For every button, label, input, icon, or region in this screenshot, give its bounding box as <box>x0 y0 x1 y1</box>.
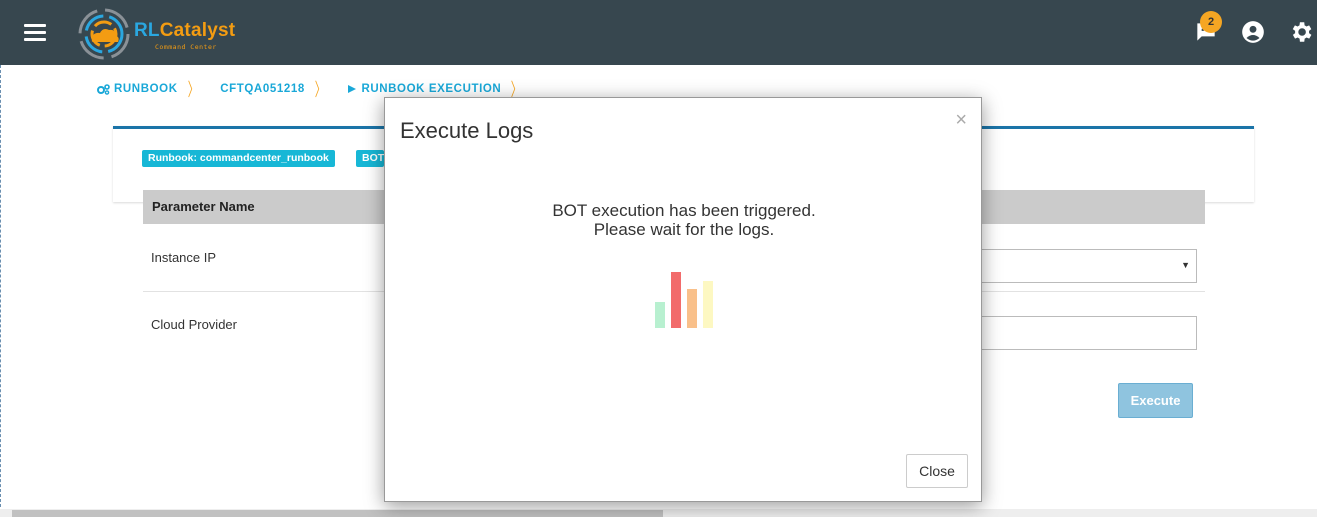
breadcrumb-runbook-id[interactable]: CFTQA051218 〉 <box>220 76 347 102</box>
execute-logs-modal: Execute Logs × BOT execution has been tr… <box>384 97 982 502</box>
modal-title: Execute Logs <box>400 118 534 143</box>
instance-ip-label: Instance IP <box>151 250 217 265</box>
runbook-tag: Runbook: commandcenter_runbook <box>142 150 335 167</box>
loader-bar <box>687 289 697 328</box>
logo-mark-icon <box>78 8 130 60</box>
cogs-icon <box>97 83 110 95</box>
breadcrumb-label: RUNBOOK EXECUTION <box>361 83 502 95</box>
play-icon <box>348 85 357 93</box>
caret-down-icon: ▼ <box>1181 260 1190 270</box>
chevron-right-icon: 〉 <box>187 80 199 100</box>
horizontal-scrollbar-thumb[interactable] <box>12 510 663 517</box>
cloud-provider-label: Cloud Provider <box>151 317 237 332</box>
breadcrumb-label: RUNBOOK <box>114 83 178 95</box>
logo-tagline: Command Center <box>155 43 217 51</box>
parameter-name-column-header: Parameter Name <box>152 199 255 214</box>
logo[interactable]: RLCatalyst Command Center <box>78 6 235 60</box>
bot-tag: BOT <box>356 150 384 167</box>
menu-icon[interactable] <box>24 24 46 41</box>
close-icon[interactable]: × <box>955 110 967 130</box>
close-button[interactable]: Close <box>906 454 968 488</box>
left-edge-border <box>0 65 2 517</box>
breadcrumb-runbook[interactable]: RUNBOOK 〉 <box>97 76 220 102</box>
modal-message-line2: Please wait for the logs. <box>593 220 775 239</box>
execute-button[interactable]: Execute <box>1118 383 1193 418</box>
loading-bars-icon <box>653 268 717 328</box>
loader-bar <box>703 281 713 328</box>
loader-bar <box>671 272 681 328</box>
notification-count-badge: 2 <box>1200 11 1222 33</box>
loader-bar <box>655 302 665 328</box>
top-navbar: RLCatalyst Command Center 2 <box>0 0 1317 65</box>
breadcrumb-label: CFTQA051218 <box>220 83 305 95</box>
chevron-right-icon: 〉 <box>314 80 326 100</box>
instance-ip-select[interactable]: ▼ <box>980 249 1197 283</box>
gear-icon[interactable] <box>1288 19 1314 45</box>
account-icon[interactable] <box>1240 19 1266 45</box>
logo-text: RLCatalyst <box>134 20 236 41</box>
modal-message-line1: BOT execution has been triggered. <box>552 201 816 220</box>
cloud-provider-input[interactable] <box>980 316 1197 350</box>
